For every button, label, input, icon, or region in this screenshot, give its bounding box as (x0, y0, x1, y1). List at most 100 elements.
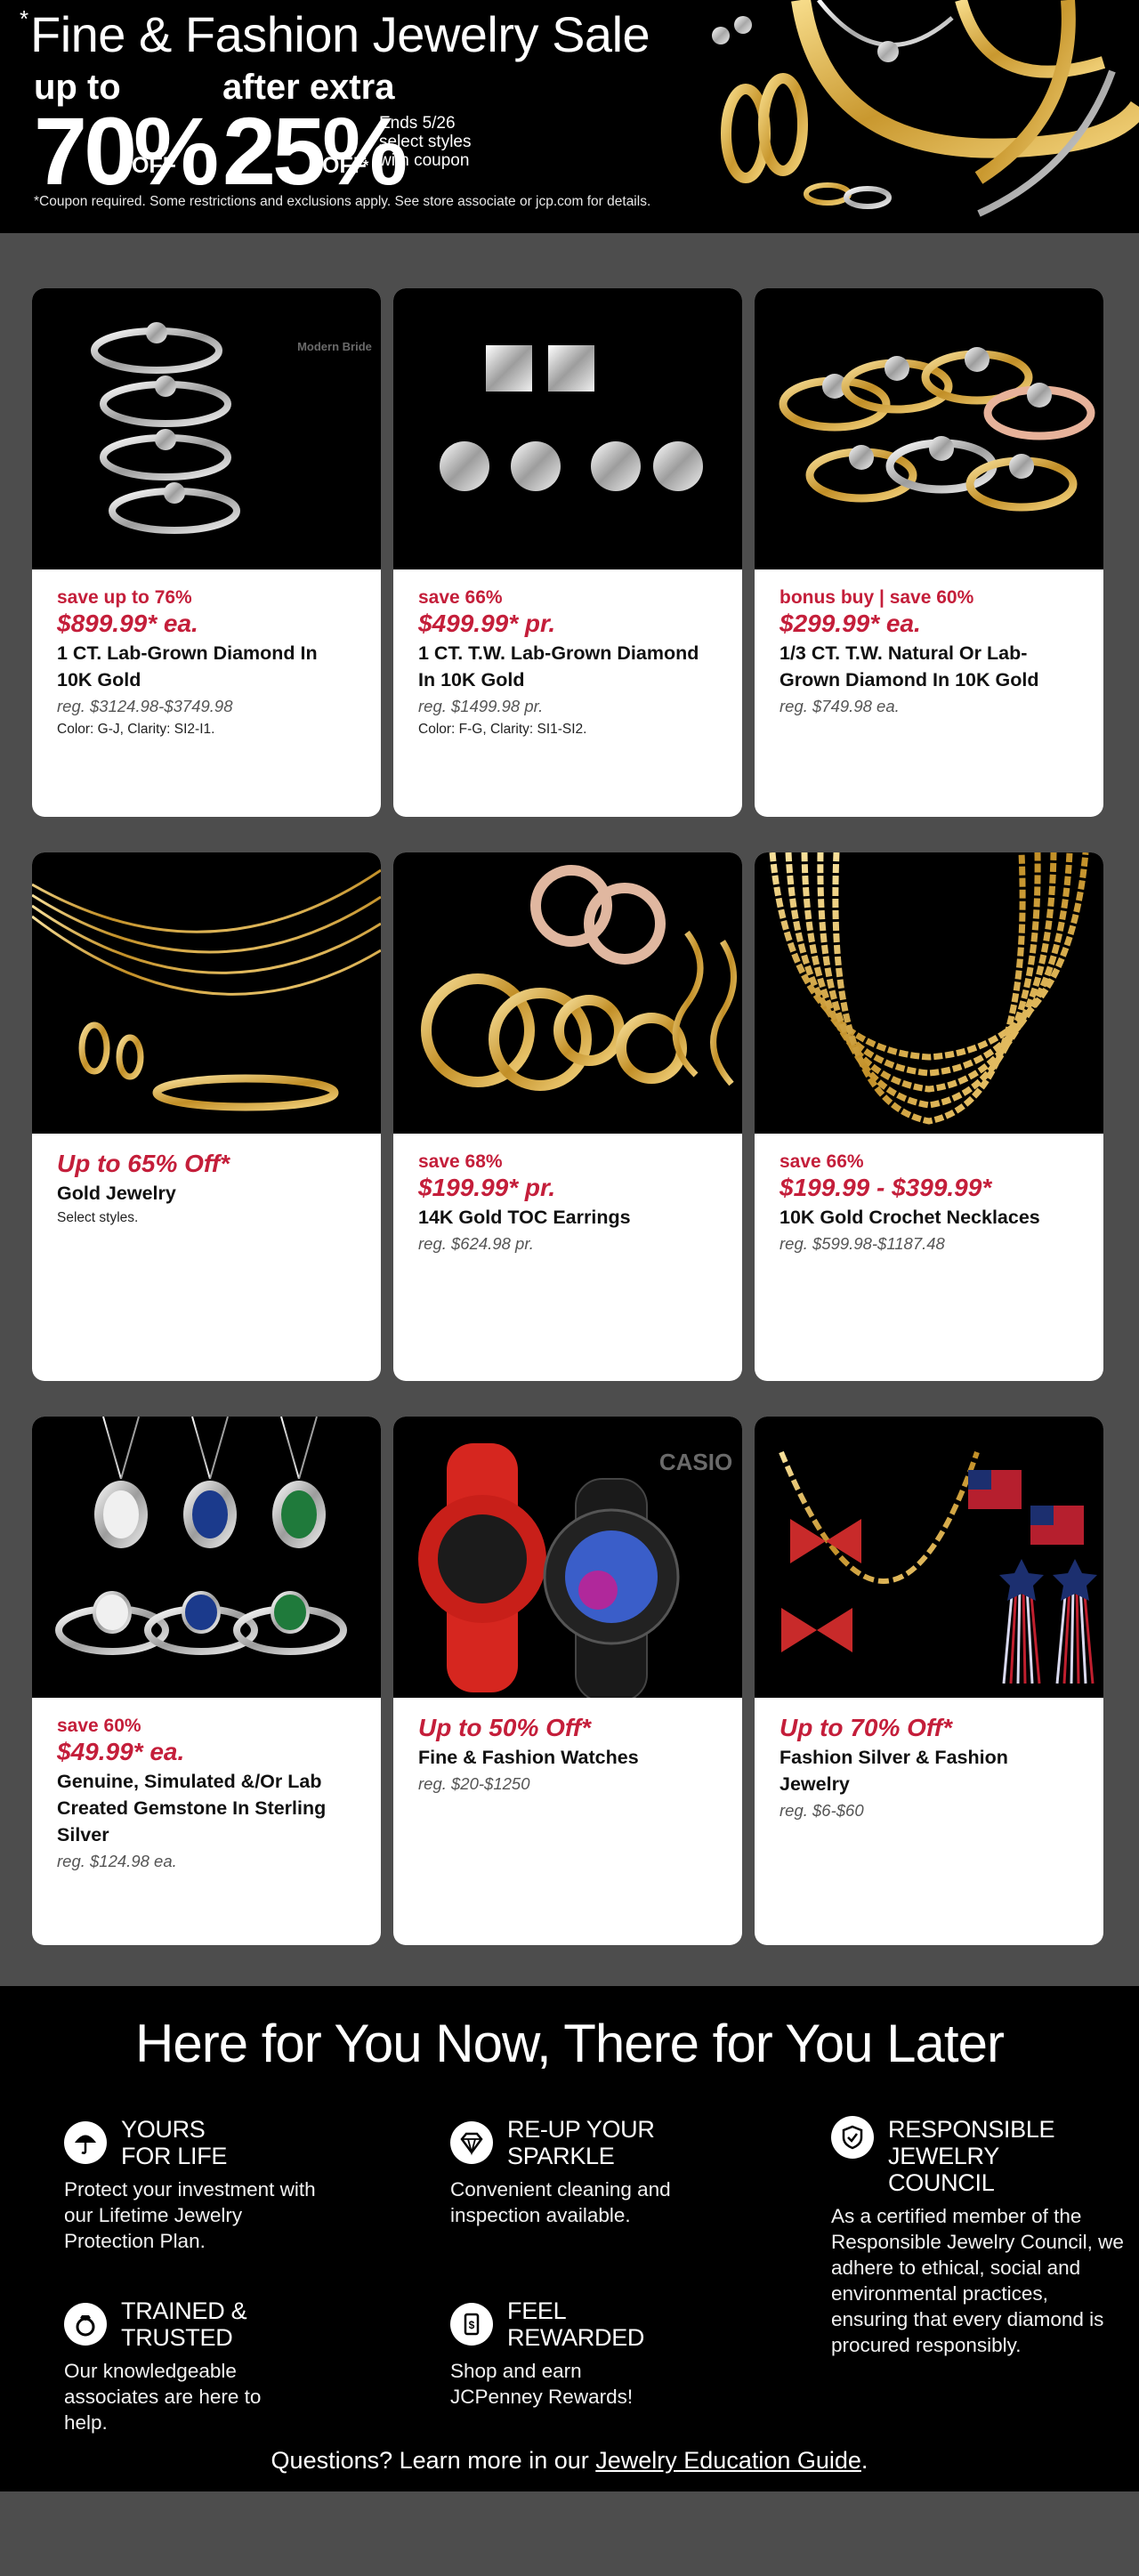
service-description: Protect your investment with our Lifetim… (64, 2178, 316, 2252)
ring-stack-image: Modern Bride (91, 322, 372, 534)
product-name: 1/3 CT. T.W. Natural Or Lab-Grown Diamon… (780, 642, 1039, 690)
service-title-line: YOURS (121, 2116, 206, 2143)
service-title: TRAINED & TRUSTED (121, 2297, 247, 2351)
faq-prefix: Questions? Learn more in our (271, 2447, 596, 2474)
product-info: Up to 65% Off* Gold Jewelry Select styles. (32, 1134, 381, 1230)
service-description: Shop and earn JCPenney Rewards! (450, 2360, 634, 2408)
page: * Fine & Fashion Jewelry Sale up to 70% … (0, 0, 1139, 2576)
promo-text: save 66% (418, 587, 503, 608)
product-image[interactable] (755, 288, 1103, 569)
product-info: Up to 50% Off* Fine & Fashion Watches reg.… (393, 1698, 742, 1796)
product-name: Genuine, Simulated &/Or Lab Created Gems… (57, 1771, 327, 1845)
product-card[interactable]: Up to 65% Off* Gold Jewelry Select styles. (32, 852, 381, 1381)
stud-earrings-image (440, 345, 703, 491)
product-card[interactable]: save 66% $199.99 - $399.99* 10K Gold Croch… (755, 852, 1103, 1381)
regular-price: reg. $749.98 ea. (780, 697, 900, 715)
questions-line: Questions? Learn more in our Jewelry Edu… (0, 2447, 1139, 2475)
hoop-earrings-image (421, 865, 737, 1091)
shield-check-icon (831, 2116, 874, 2159)
ends-line: with coupon (379, 151, 470, 170)
product-name: 1 CT. T.W. Lab-Grown Diamond In 10K Gold (418, 642, 699, 690)
service-description: As a certified member of the Responsible… (831, 2205, 1124, 2356)
service-title: YOURS FOR LIFE (121, 2116, 227, 2169)
banner-asterisk: * (20, 5, 29, 32)
product-card[interactable]: save 60% $49.99* ea. Genuine, Simulated &/… (32, 1417, 381, 1945)
promo-text: bonus buy | save 60% (780, 587, 974, 608)
ring-icon (64, 2303, 107, 2346)
diamond-icon (450, 2121, 493, 2164)
crochet-necklaces-image (769, 852, 1089, 1125)
regular-price: reg. $20-$1250 (418, 1774, 530, 1793)
service-trained-trusted[interactable]: TRAINED & TRUSTED Our knowledgeable asso… (64, 2297, 420, 2435)
jewelry-education-guide-link[interactable]: Jewelry Education Guide (595, 2447, 861, 2474)
gemstones-image (55, 1417, 347, 1655)
sale-banner[interactable]: * Fine & Fashion Jewelry Sale up to 70% … (0, 0, 1139, 233)
product-name: 1 CT. Lab-Grown Diamond In 10K Gold (57, 642, 318, 690)
offer-off: OFF (132, 153, 176, 178)
product-image[interactable] (755, 1417, 1103, 1698)
offer-extra: after extra 25% OFF * (222, 69, 408, 199)
product-card[interactable]: save 68% $199.99* pr. 14K Gold TOC Earring… (393, 852, 742, 1381)
rewards-card-icon: $ (450, 2303, 493, 2346)
product-card[interactable]: Up to 70% Off* Fashion Silver & Fashion J… (755, 1417, 1103, 1945)
product-name: 14K Gold TOC Earrings (418, 1207, 631, 1228)
product-note: Color: G-J, Clarity: SI2-I1. (57, 722, 215, 737)
product-note: Select styles. (57, 1210, 139, 1225)
product-card[interactable]: CASIO Up to 50% Off* Fine & Fashion Watche… (393, 1417, 742, 1945)
promo-text: Up to 50% Off* (418, 1714, 591, 1741)
watches-image: CASIO (418, 1443, 732, 1698)
service-feel-rewarded[interactable]: $ FEEL REWARDED Shop and earn JCPenney R… (450, 2297, 806, 2410)
service-title-line: TRAINED & (121, 2297, 247, 2324)
product-image[interactable] (32, 852, 381, 1134)
service-description: Convenient cleaning and inspection avail… (450, 2178, 671, 2226)
product-info: Up to 70% Off* Fashion Silver & Fashion J… (755, 1698, 1103, 1822)
promo-text: Up to 65% Off* (57, 1150, 230, 1177)
product-image[interactable]: Modern Bride (32, 288, 381, 569)
offer-asterisk: * (363, 158, 369, 174)
regular-price: reg. $1499.98 pr. (418, 697, 544, 715)
cluster-rings-image (779, 347, 1095, 512)
service-title-line: REWARDED (507, 2324, 645, 2351)
service-re-up-your-sparkle[interactable]: RE-UP YOUR SPARKLE Convenient cleaning a… (450, 2116, 806, 2228)
product-image[interactable]: CASIO (393, 1417, 742, 1698)
sale-price: $199.99 - $399.99* (780, 1174, 992, 1201)
promo-text: save 68% (418, 1151, 503, 1172)
promo-text: save up to 76% (57, 587, 192, 608)
product-card[interactable]: save 66% $499.99* pr. 1 CT. T.W. Lab-Grown… (393, 288, 742, 817)
offer-off: OFF (322, 153, 367, 178)
service-title-line: COUNCIL (888, 2169, 995, 2196)
ends-line: Ends 5/26 (379, 114, 456, 133)
service-title: FEEL REWARDED (507, 2297, 644, 2351)
offer-end-note: Ends 5/26 select styles with coupon (379, 114, 530, 170)
product-image[interactable] (393, 852, 742, 1134)
sale-price: $899.99* ea. (57, 610, 198, 637)
offer-percent: 70% (34, 97, 219, 205)
gold-jewelry-image (32, 868, 381, 1111)
regular-price: reg. $124.98 ea. (57, 1852, 177, 1870)
offer-percent: 25% (222, 97, 408, 205)
banner-jewelry-image (712, 0, 1139, 217)
service-yours-for-life[interactable]: YOURS FOR LIFE Protect your investment w… (64, 2116, 420, 2254)
product-info: save 66% $199.99 - $399.99* 10K Gold Croch… (755, 1134, 1103, 1256)
service-description: Our knowledgeable associates are here to… (64, 2360, 262, 2434)
faq-suffix: . (860, 2447, 868, 2474)
product-name: Fashion Silver & Fashion Jewelry (780, 1747, 1008, 1795)
promo-text: save 60% (57, 1716, 141, 1736)
product-image[interactable] (32, 1417, 381, 1698)
product-image[interactable] (393, 288, 742, 569)
service-responsible-jewelry-council[interactable]: RESPONSIBLE JEWELRY COUNCIL As a certifi… (831, 2116, 1139, 2358)
service-title-line: RE-UP YOUR (507, 2116, 655, 2143)
ends-line: select styles (379, 133, 472, 151)
svg-text:$: $ (469, 2319, 475, 2331)
product-info: save up to 76% $899.99* ea. 1 CT. Lab-Grow… (32, 569, 381, 741)
fashion-jewelry-image (779, 1450, 1097, 1684)
sale-price: $49.99* ea. (57, 1738, 185, 1765)
product-card[interactable]: bonus buy | save 60% $299.99* ea. 1/3 CT. … (755, 288, 1103, 817)
product-image[interactable] (755, 852, 1103, 1134)
product-card[interactable]: Modern Bride save up to 76% $899.99* ea. 1 … (32, 288, 381, 817)
regular-price: reg. $624.98 pr. (418, 1234, 534, 1253)
coupon-disclaimer: *Coupon required. Some restrictions and … (34, 194, 651, 209)
product-info: bonus buy | save 60% $299.99* ea. 1/3 CT. … (755, 569, 1103, 718)
product-info: save 66% $499.99* pr. 1 CT. T.W. Lab-Grown… (393, 569, 742, 741)
product-note: Color: F-G, Clarity: SI1-SI2. (418, 722, 587, 737)
